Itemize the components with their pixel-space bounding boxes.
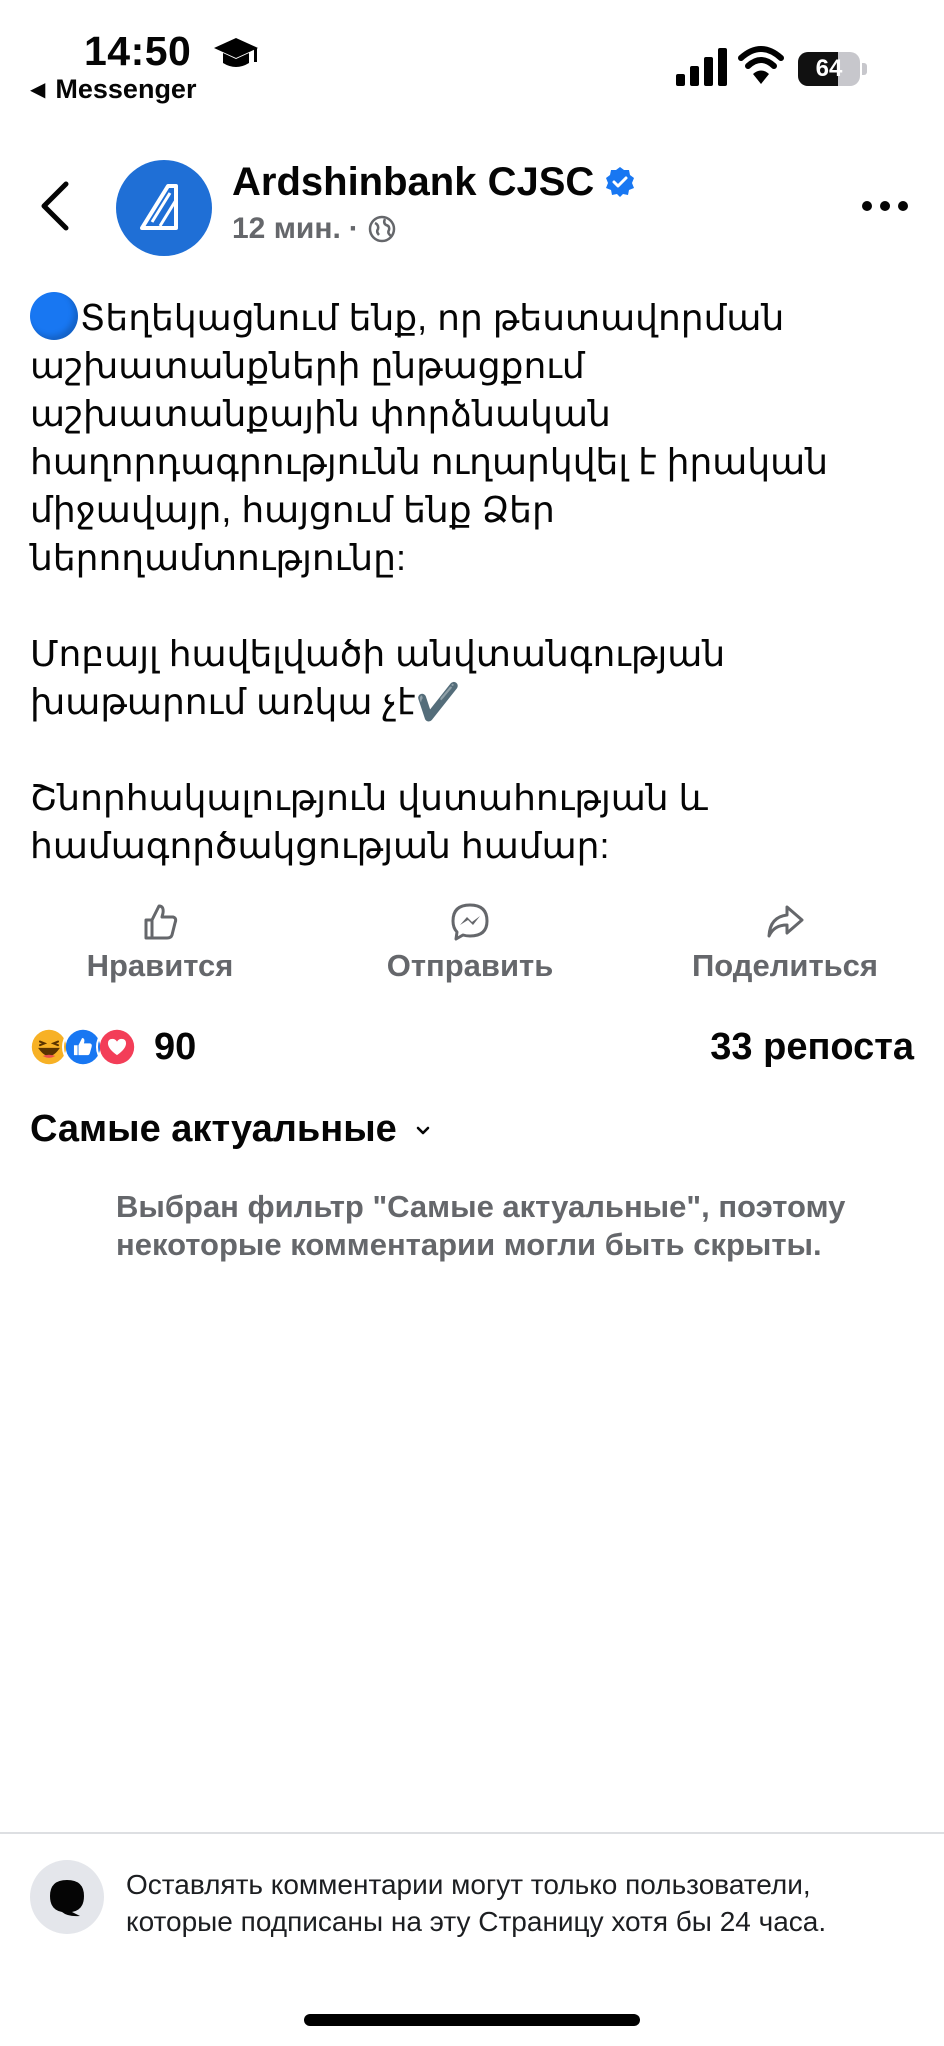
verified-badge-icon bbox=[606, 167, 635, 197]
footer-divider bbox=[0, 1832, 944, 1834]
meta-separator: · bbox=[348, 212, 359, 245]
comment-restriction-text: Оставлять комментарии могут только польз… bbox=[126, 1869, 827, 1937]
post-meta: 12 мин. · bbox=[232, 212, 397, 246]
page-name[interactable]: Ardshinbank CJSC bbox=[232, 160, 636, 205]
battery-nub bbox=[862, 63, 867, 75]
like-button[interactable]: Нравится bbox=[60, 902, 260, 992]
filter-notice: Выбран фильтр "Самые актуальные", поэтом… bbox=[116, 1189, 846, 1262]
post-text: Տեղեկացնում ենք, որ թեստավորման աշխատանք… bbox=[30, 292, 910, 870]
home-indicator[interactable] bbox=[304, 2014, 640, 2026]
share-arrow-icon bbox=[767, 905, 804, 938]
comment-bubble-avatar bbox=[30, 1860, 104, 1934]
more-options-icon[interactable] bbox=[860, 190, 910, 222]
send-button[interactable]: Отправить bbox=[370, 902, 570, 992]
ardshinbank-logo-icon bbox=[140, 184, 178, 230]
battery-body: 64 bbox=[798, 52, 860, 86]
graduation-cap-icon bbox=[214, 38, 258, 67]
battery-indicator: 64 bbox=[798, 52, 868, 86]
status-bar: 14:50 ◀ Messenger 64 bbox=[0, 0, 944, 120]
messenger-icon bbox=[451, 903, 489, 941]
page-avatar[interactable] bbox=[116, 160, 212, 256]
post-time: 12 мин. bbox=[232, 212, 341, 245]
comment-bubble-icon bbox=[50, 1880, 84, 1917]
blue-circle-emoji-icon bbox=[30, 292, 78, 340]
globe-icon bbox=[368, 215, 396, 243]
cellular-signal-icon bbox=[676, 48, 727, 86]
share-label: Поделиться bbox=[691, 948, 879, 983]
battery-percent: 64 bbox=[815, 55, 843, 82]
back-arrow-icon[interactable] bbox=[36, 178, 76, 234]
post-paragraph-2: Մոբայլ հավելվածի անվտանգության խաթարում … bbox=[30, 633, 726, 722]
post-paragraph-1: Տեղեկացնում ենք, որ թեստավորման աշխատանք… bbox=[30, 297, 829, 578]
comment-filter-label: Самые актуальные bbox=[30, 1108, 397, 1150]
post-paragraph-3: Շնորհակալություն վստահության և համագործա… bbox=[30, 777, 708, 866]
wifi-icon bbox=[738, 46, 784, 84]
share-button[interactable]: Поделиться bbox=[670, 902, 900, 992]
status-time: 14:50 bbox=[84, 28, 192, 74]
comment-filter-dropdown[interactable]: Самые актуальные bbox=[30, 1108, 431, 1151]
chevron-down-icon bbox=[416, 1126, 430, 1135]
reactions-count[interactable]: 90 bbox=[154, 1026, 196, 1069]
thumbs-up-icon bbox=[144, 904, 178, 940]
back-triangle-icon: ◀ bbox=[30, 79, 46, 101]
back-app-label: Messenger bbox=[55, 74, 197, 104]
post-action-bar: Нравится Отправить Поделиться bbox=[0, 902, 944, 992]
reposts-count[interactable]: 33 репоста bbox=[710, 1026, 914, 1069]
back-to-app-link[interactable]: ◀ Messenger bbox=[30, 74, 196, 105]
send-label: Отправить bbox=[386, 948, 554, 983]
like-label: Нравится bbox=[86, 948, 234, 983]
page-name-text: Ardshinbank CJSC bbox=[232, 160, 595, 204]
love-reaction-icon bbox=[96, 1026, 138, 1068]
